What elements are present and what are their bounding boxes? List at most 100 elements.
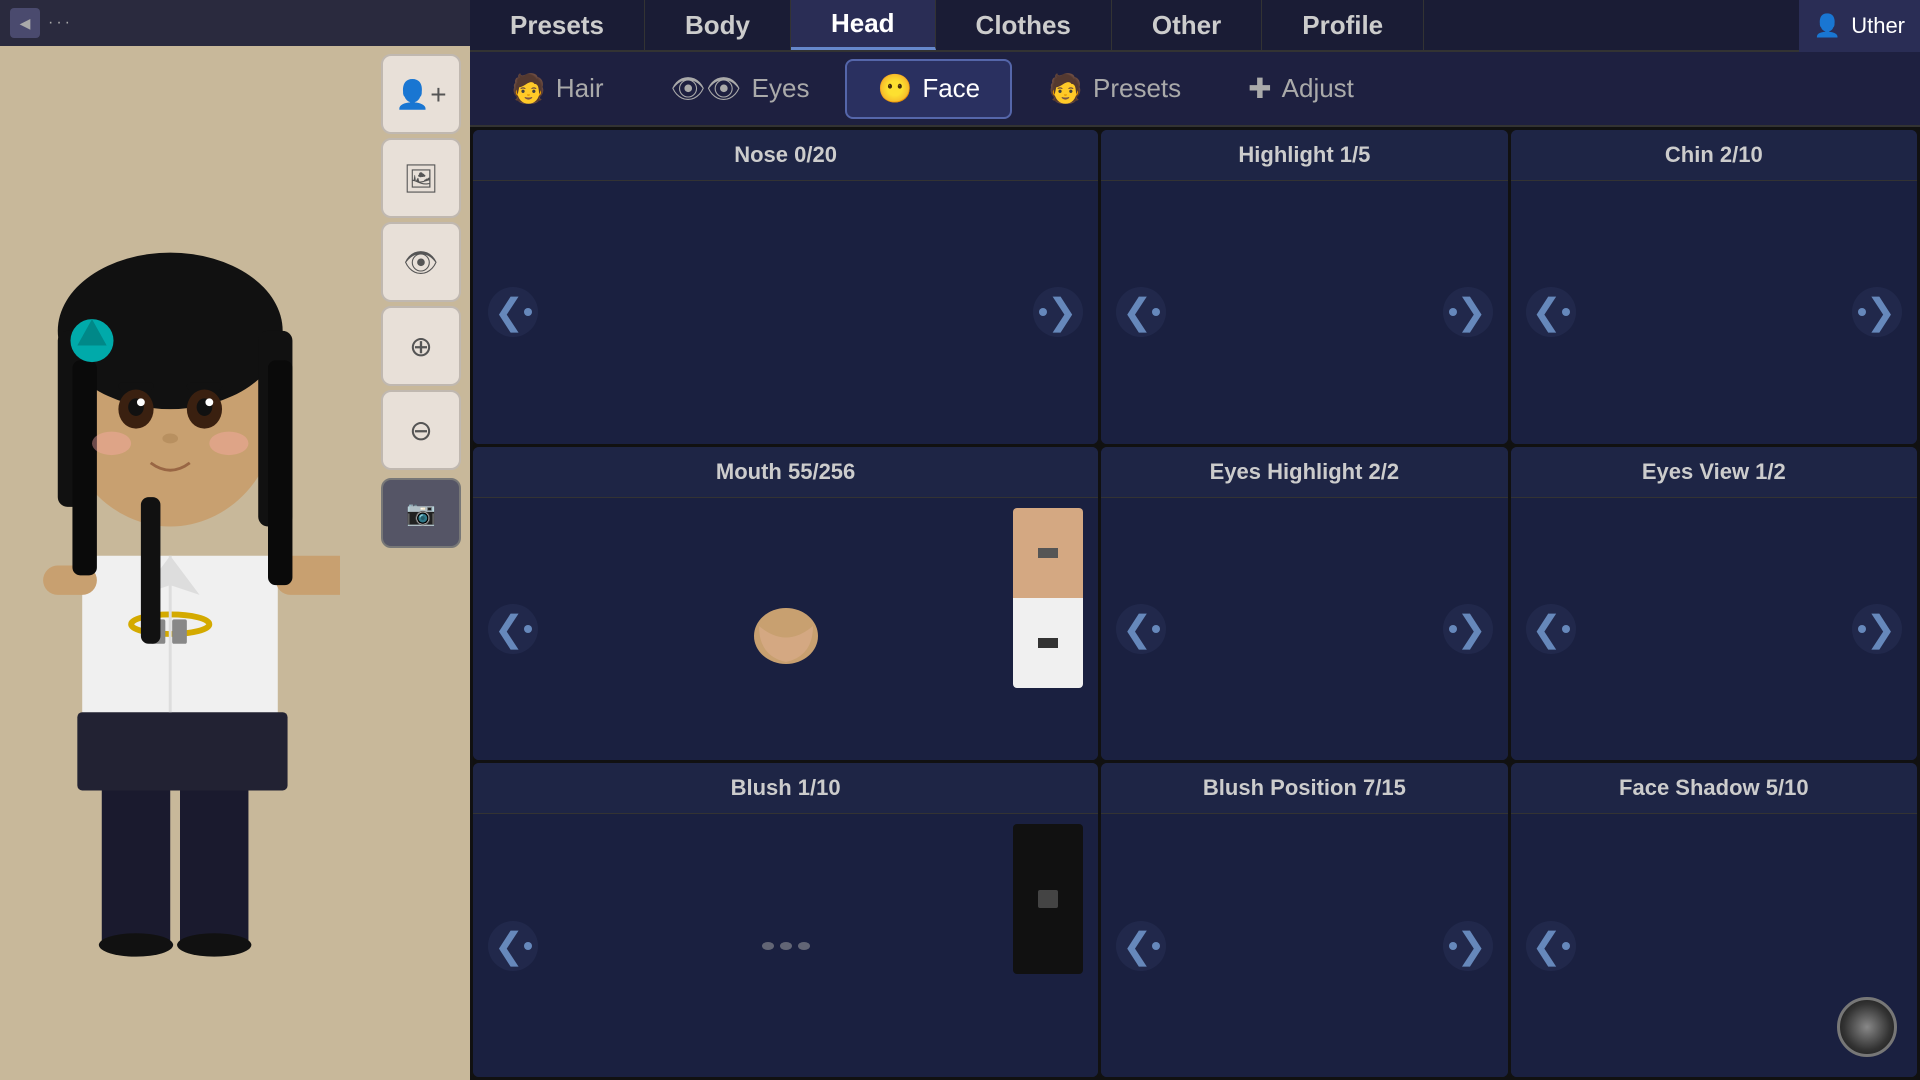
- tab-profile[interactable]: Profile: [1262, 0, 1424, 50]
- highlight-prev-button[interactable]: ❮: [1116, 287, 1166, 337]
- blush-cell: Blush 1/10 ❮ ❯: [473, 763, 1098, 1077]
- eyes-view-next-button[interactable]: ❯: [1852, 604, 1902, 654]
- bp-left-dot: [1152, 942, 1160, 950]
- chin-cell: Chin 2/10 ❮ ❯: [1511, 130, 1917, 444]
- gallery-button[interactable]: 🖼: [381, 138, 461, 218]
- hair-icon: 🧑: [511, 72, 546, 105]
- character-preview: [0, 46, 370, 986]
- chin-label: Chin 2/10: [1511, 130, 1917, 181]
- nose-left-dot: [524, 308, 532, 316]
- highlight-next-button[interactable]: ❯: [1443, 287, 1493, 337]
- highlight-body: ❮ ❯: [1101, 181, 1507, 444]
- eyes-view-label: Eyes View 1/2: [1511, 447, 1917, 498]
- nose-right-dot: [1039, 308, 1047, 316]
- highlight-right-arrow: ❯: [1457, 291, 1487, 333]
- eyes-highlight-preview: [1166, 508, 1442, 751]
- blush-left-arrow: ❮: [494, 925, 524, 967]
- blush-pos-prev-button[interactable]: ❮: [1116, 921, 1166, 971]
- highlight-preview: [1166, 191, 1442, 434]
- nose-label: Nose 0/20: [473, 130, 1098, 181]
- nose-right-arrow: ❯: [1047, 291, 1077, 333]
- swatch-top-color: [1013, 508, 1083, 598]
- blush-position-cell: Blush Position 7/15 ❮ ❯: [1101, 763, 1507, 1077]
- top-bar: ◀ ···: [0, 0, 470, 46]
- bp-right-arrow: ❯: [1457, 925, 1487, 967]
- tab-clothes[interactable]: Clothes: [936, 0, 1112, 50]
- eh-left-dot: [1152, 625, 1160, 633]
- nose-next-button[interactable]: ❯: [1033, 287, 1083, 337]
- chin-preview: [1576, 191, 1852, 434]
- tab-presets[interactable]: Presets: [470, 0, 645, 50]
- mouth-preview: [538, 508, 1033, 751]
- blush-pos-next-button[interactable]: ❯: [1443, 921, 1493, 971]
- swatch-marker-bottom: [1038, 638, 1058, 648]
- chin-next-button[interactable]: ❯: [1852, 287, 1902, 337]
- swatch-marker-top: [1038, 548, 1058, 558]
- add-user-button[interactable]: 👤+: [381, 54, 461, 134]
- subtab-face[interactable]: 😶 Face: [845, 59, 1012, 119]
- face-icon: 😶: [877, 72, 912, 105]
- zoom-out-icon: ⊖: [409, 414, 432, 447]
- blush-body: ❮ ❯: [473, 814, 1098, 1077]
- zoom-out-button[interactable]: ⊖: [381, 390, 461, 470]
- eh-right-arrow: ❯: [1457, 608, 1487, 650]
- mouth-left-dot: [524, 625, 532, 633]
- hl-left-dot: [1152, 308, 1160, 316]
- face-shadow-label: Face Shadow 5/10: [1511, 763, 1917, 814]
- visibility-button[interactable]: 👁: [381, 222, 461, 302]
- highlight-cell: Highlight 1/5 ❮ ❯: [1101, 130, 1507, 444]
- tab-head[interactable]: Head: [791, 0, 936, 50]
- eyes-highlight-cell: Eyes Highlight 2/2 ❮ ❯: [1101, 447, 1507, 761]
- nose-body: ❮ ❯: [473, 181, 1098, 444]
- swatch-bottom-color: [1013, 598, 1083, 688]
- subtab-adjust[interactable]: ✚ Adjust: [1217, 59, 1385, 119]
- ev-left-arrow: ❮: [1532, 608, 1562, 650]
- face-shadow-prev-button[interactable]: ❮: [1526, 921, 1576, 971]
- user-icon: 👤: [1814, 13, 1841, 39]
- eyes-view-prev-button[interactable]: ❮: [1526, 604, 1576, 654]
- tab-body[interactable]: Body: [645, 0, 791, 50]
- eyes-view-body: ❮ ❯: [1511, 498, 1917, 761]
- back-icon[interactable]: ◀: [10, 8, 40, 38]
- blush-mark-1: [762, 942, 774, 950]
- mouth-prev-button[interactable]: ❮: [488, 604, 538, 654]
- bp-right-dot: [1449, 942, 1457, 950]
- mouth-cell: Mouth 55/256 ❮ ❯: [473, 447, 1098, 761]
- nose-preview: [538, 191, 1033, 434]
- eyes-view-preview: [1576, 508, 1852, 751]
- subtab-eyes[interactable]: 👁👁 Eyes: [640, 59, 841, 119]
- blush-mark-3: [798, 942, 810, 950]
- nose-cell: Nose 0/20 ❮ ❯: [473, 130, 1098, 444]
- eyes-highlight-next-button[interactable]: ❯: [1443, 604, 1493, 654]
- highlight-label: Highlight 1/5: [1101, 130, 1507, 181]
- eyes-highlight-prev-button[interactable]: ❮: [1116, 604, 1166, 654]
- subtab-hair[interactable]: 🧑 Hair: [480, 59, 635, 119]
- subtab-presets[interactable]: 🧑 Presets: [1017, 59, 1212, 119]
- mouth-color-swatch[interactable]: [1013, 508, 1083, 688]
- chin-left-arrow: ❮: [1532, 291, 1562, 333]
- username: Uther: [1851, 13, 1905, 39]
- blush-color-swatch[interactable]: [1013, 824, 1083, 974]
- blush-preview: [538, 824, 1033, 1067]
- right-panel: Presets Body Head Clothes Other Profile …: [470, 0, 1920, 1080]
- zoom-in-icon: ⊕: [409, 330, 432, 363]
- nose-prev-button[interactable]: ❮: [488, 287, 538, 337]
- blush-marks: [762, 942, 810, 950]
- scroll-indicator[interactable]: [1837, 997, 1897, 1057]
- blush-prev-button[interactable]: ❮: [488, 921, 538, 971]
- zoom-in-button[interactable]: ⊕: [381, 306, 461, 386]
- blush-left-dot: [524, 942, 532, 950]
- tab-other[interactable]: Other: [1112, 0, 1262, 50]
- eyes-highlight-label: Eyes Highlight 2/2: [1101, 447, 1507, 498]
- eh-right-dot: [1449, 625, 1457, 633]
- sub-navigation: 🧑 Hair 👁👁 Eyes 😶 Face 🧑 Presets ✚ Adjust: [470, 52, 1920, 127]
- blush-position-preview: [1166, 824, 1442, 1067]
- blush-swatch-marker: [1038, 890, 1058, 908]
- chin-prev-button[interactable]: ❮: [1526, 287, 1576, 337]
- chin-left-dot: [1562, 308, 1570, 316]
- blush-position-label: Blush Position 7/15: [1101, 763, 1507, 814]
- add-user-icon: 👤+: [395, 78, 446, 111]
- camera-button[interactable]: 📷: [381, 478, 461, 548]
- side-toolbar: 👤+ 🖼 👁 ⊕ ⊖ 📷: [375, 46, 470, 556]
- gallery-icon: 🖼: [403, 162, 439, 195]
